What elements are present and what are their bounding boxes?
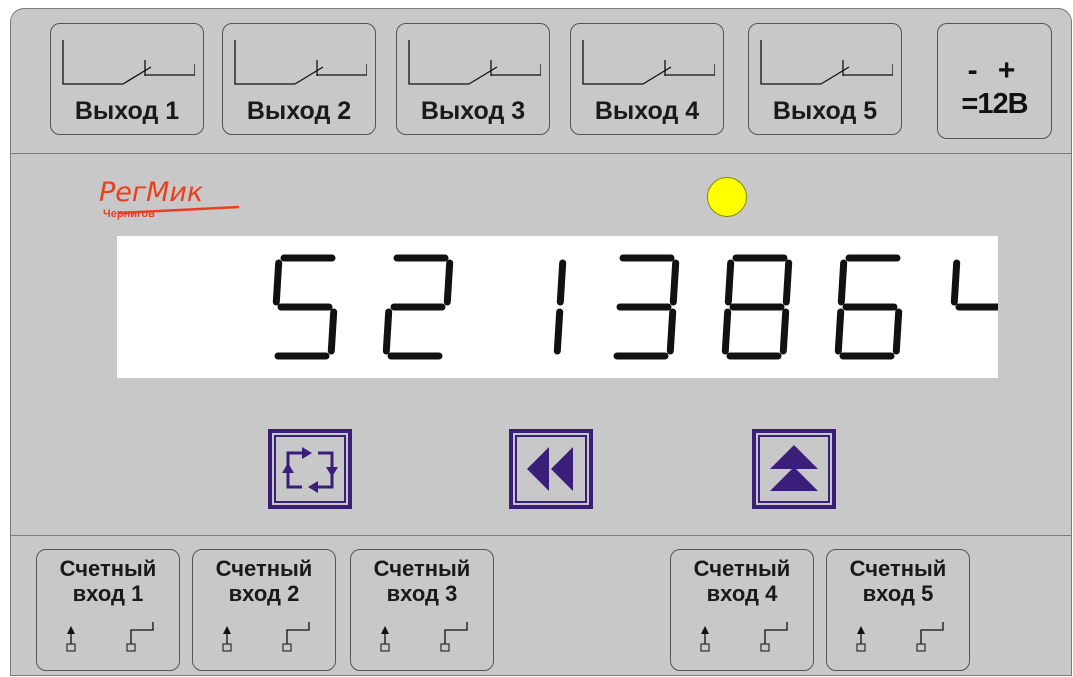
input-contact-icon [700, 622, 788, 652]
power-terminal: - + =12В [937, 23, 1052, 139]
display-digit [272, 254, 338, 360]
digit-segment [327, 308, 338, 355]
digit-segment [779, 308, 790, 355]
display-digit [834, 254, 903, 360]
digit-segment [782, 259, 793, 306]
input-contact-icon [66, 622, 154, 652]
digit-segment [553, 308, 564, 355]
digit-segment [721, 308, 732, 355]
up-triangle-icon [758, 435, 830, 503]
display-digit [553, 259, 567, 355]
brand-city: Чернигов [103, 208, 155, 220]
relay-contact-icon [582, 40, 715, 85]
digit-segment [272, 259, 283, 306]
input-contact-icon [380, 622, 468, 652]
digit-segment [556, 259, 567, 306]
mode-cycle-button[interactable] [268, 429, 352, 509]
rewind-icon [515, 435, 587, 503]
brand-name: РегМик [99, 177, 204, 208]
display-digit [613, 254, 680, 360]
status-led [707, 177, 747, 217]
output-label: Выход 1 [74, 97, 180, 125]
display-digit [721, 254, 793, 360]
input-contact-icon [222, 622, 310, 652]
output-terminal-2: Выход 2 [222, 23, 376, 135]
digit-segment [950, 259, 961, 306]
counting-input-1: Счетный вход 1 [36, 549, 180, 671]
relay-contact-icon [234, 40, 367, 85]
display-digit [950, 259, 1019, 355]
power-polarity: - + [967, 54, 1022, 87]
brand-logo: РегМик Чернигов [97, 171, 247, 231]
digit-segment [892, 308, 903, 355]
seven-segment-display [117, 236, 1019, 378]
digit-segment [443, 259, 454, 306]
output-terminal-4: Выход 4 [570, 23, 724, 135]
up-button[interactable] [752, 429, 836, 509]
counting-input-2: Счетный вход 2 [192, 549, 336, 671]
relay-contact-icon [760, 40, 893, 85]
input-contact-icon [856, 622, 944, 652]
counting-input-3: Счетный вход 3 [350, 549, 494, 671]
digit-segment [666, 308, 677, 355]
relay-contact-icon [62, 40, 195, 85]
output-terminal-5: Выход 5 [748, 23, 902, 135]
output-label: Выход 5 [772, 97, 878, 125]
output-terminal-1: Выход 1 [50, 23, 204, 135]
mode-cycle-icon [274, 435, 346, 503]
output-terminal-3: Выход 3 [396, 23, 550, 135]
digit-segment [837, 259, 848, 306]
counter-readout [272, 254, 1019, 360]
power-voltage: =12В [961, 88, 1028, 120]
display-digit [382, 254, 454, 360]
output-label: Выход 3 [420, 97, 526, 125]
rewind-button[interactable] [509, 429, 593, 509]
counting-input-4: Счетный вход 4 [670, 549, 814, 671]
digit-segment [382, 308, 393, 355]
digit-segment [724, 259, 735, 306]
digit-segment [834, 308, 845, 355]
output-label: Выход 4 [594, 97, 700, 125]
digit-segment [669, 259, 680, 306]
output-label: Выход 2 [246, 97, 352, 125]
counting-input-5: Счетный вход 5 [826, 549, 970, 671]
relay-contact-icon [408, 40, 541, 85]
